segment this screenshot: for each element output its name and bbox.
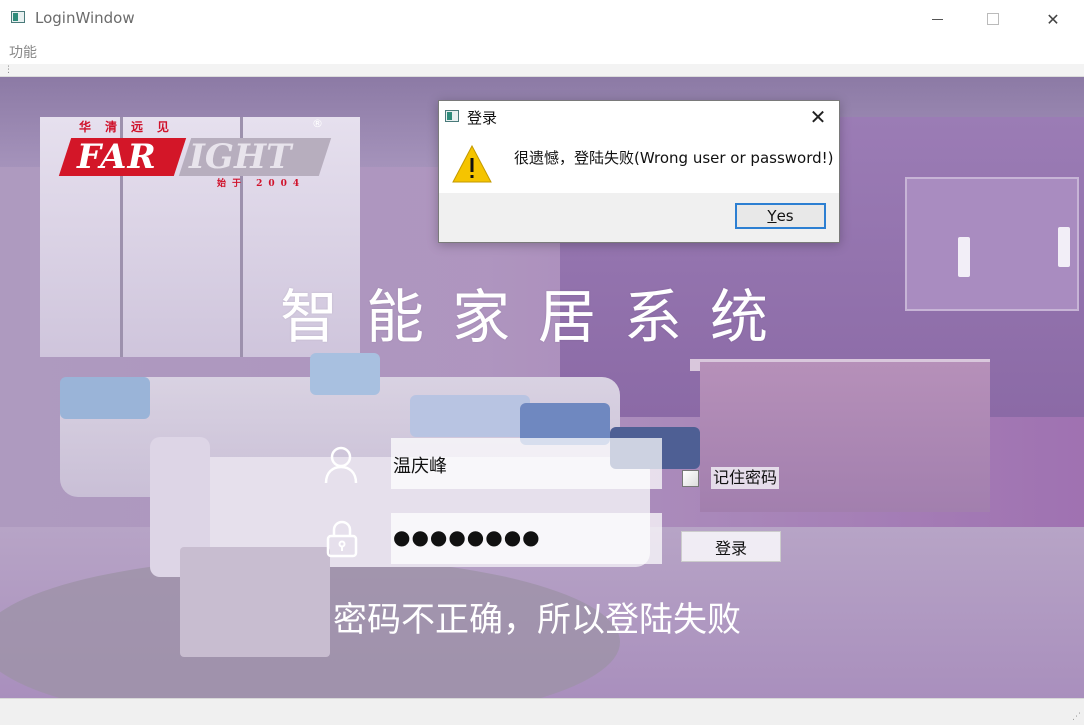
close-icon: ✕ — [1046, 9, 1060, 29]
remember-password-checkbox[interactable]: 记住密码 — [682, 467, 780, 489]
pillow — [410, 395, 530, 437]
logo-chinese-text: 华清远见 — [79, 120, 184, 134]
dialog-close-button[interactable]: ✕ — [797, 101, 839, 132]
close-button[interactable]: ✕ — [1030, 0, 1076, 38]
kitchen-counter — [700, 362, 990, 512]
yes-button-mnemonic: Y — [767, 207, 777, 225]
system-title: 智能家居系统 — [280, 283, 797, 351]
status-message: 密码不正确，所以登陆失败 — [333, 600, 741, 640]
dialog-app-icon — [445, 110, 459, 122]
username-value: 温庆峰 — [393, 456, 447, 477]
yes-button-label: es — [776, 207, 794, 225]
coffee-table — [180, 547, 330, 657]
pendant-lamp — [1058, 227, 1070, 267]
yes-button[interactable]: Yes — [735, 203, 826, 229]
lock-icon — [326, 520, 358, 558]
size-grip-icon[interactable]: ⋰ — [1072, 713, 1081, 722]
dialog-button-bar: Yes — [439, 193, 839, 242]
dialog-message: 很遗憾，登陆失败(Wrong user or password!) — [514, 149, 834, 167]
login-failed-dialog: 登录 ✕ 很遗憾，登陆失败(Wrong user or password!) Y… — [438, 100, 840, 243]
password-input[interactable]: ●●●●●●●● — [391, 513, 662, 564]
logo-far-text: FAR — [77, 137, 157, 177]
close-icon: ✕ — [809, 104, 827, 129]
remember-password-label[interactable]: 记住密码 — [711, 467, 780, 489]
minimize-button[interactable] — [914, 0, 960, 38]
user-icon — [324, 446, 358, 484]
registered-mark: ® — [312, 117, 323, 130]
app-icon — [11, 11, 25, 23]
warning-icon — [452, 144, 492, 183]
checkbox-box[interactable] — [682, 469, 699, 487]
logo-ight-block: IGHT — [178, 137, 332, 177]
login-button[interactable]: 登录 — [681, 531, 781, 562]
dialog-title-bar: 登录 ✕ — [439, 101, 839, 132]
maximize-button[interactable] — [970, 0, 1016, 38]
dialog-title: 登录 — [467, 109, 498, 127]
logo-year: 始于 2004 — [217, 179, 306, 189]
toolbar: ⋮ — [0, 64, 1084, 77]
pillow — [310, 353, 380, 395]
pendant-lamp — [958, 237, 970, 277]
window-title: LoginWindow — [35, 9, 135, 27]
brand-logo: 华清远见 ® FAR IGHT 始于 2004 — [58, 117, 332, 190]
menu-item-function[interactable]: 功能 — [9, 42, 37, 62]
logo-ight-text: IGHT — [189, 137, 292, 177]
password-mask: ●●●●●●●● — [393, 525, 541, 549]
minimize-icon — [931, 18, 943, 20]
window-title-bar: LoginWindow ✕ — [0, 0, 1084, 38]
status-bar: ⋰ — [0, 698, 1084, 725]
menu-bar: 功能 — [0, 38, 1084, 64]
username-input[interactable]: 温庆峰 — [391, 438, 662, 489]
toolbar-grip-icon[interactable]: ⋮ — [4, 66, 13, 75]
pillow — [60, 377, 150, 419]
kitchen-cabinet — [905, 177, 1079, 311]
maximize-icon — [987, 13, 999, 25]
logo-far-block: FAR — [58, 137, 187, 177]
